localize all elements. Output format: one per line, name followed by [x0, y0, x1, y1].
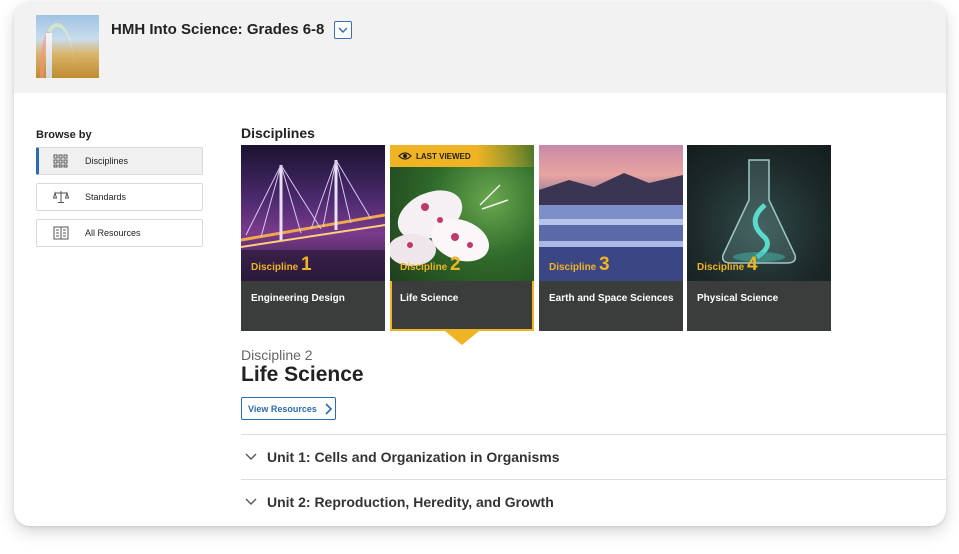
- eye-icon: [398, 152, 412, 160]
- discipline-card-earth-and-space-sciences[interactable]: Discipline 3 Earth and Space Sciences: [539, 145, 683, 331]
- chevron-down-icon: [338, 27, 348, 33]
- discipline-name: Earth and Space Sciences: [549, 293, 674, 304]
- sidebar-item-label: Standards: [85, 192, 127, 202]
- chevron-right-icon: [325, 402, 333, 415]
- unit-title: Unit 2: Reproduction, Heredity, and Grow…: [267, 494, 554, 510]
- discipline-name: Life Science: [400, 293, 459, 304]
- discipline-label: Discipline 2: [400, 254, 461, 275]
- unit-title: Unit 1: Cells and Organization in Organi…: [267, 449, 560, 465]
- sidebar-item-label: All Resources: [85, 228, 141, 238]
- selected-discipline-title: Life Science: [241, 363, 364, 386]
- disciplines-heading: Disciplines: [241, 125, 315, 141]
- sidebar-item-disciplines[interactable]: Disciplines: [36, 147, 203, 175]
- product-cover-image: [36, 15, 99, 78]
- grid-icon: [53, 154, 69, 168]
- last-viewed-badge: LAST VIEWED: [390, 145, 534, 167]
- product-dropdown-button[interactable]: [334, 21, 352, 39]
- selected-discipline-subtitle: Discipline 2: [241, 347, 313, 363]
- discipline-card-engineering-design[interactable]: Discipline 1 Engineering Design: [241, 145, 385, 331]
- view-resources-label: View Resources: [248, 403, 317, 414]
- discipline-name: Engineering Design: [251, 293, 345, 304]
- chevron-down-icon: [245, 498, 257, 505]
- book-icon: [53, 226, 69, 240]
- discipline-name: Physical Science: [697, 293, 779, 304]
- discipline-label: Discipline 4: [697, 254, 758, 275]
- header-bar: HMH Into Science: Grades 6-8: [14, 2, 946, 93]
- chevron-down-icon: [245, 453, 257, 460]
- discipline-label: Discipline 3: [549, 254, 610, 275]
- discipline-card-physical-science[interactable]: Discipline 4 Physical Science: [687, 145, 831, 331]
- sidebar-item-all-resources[interactable]: All Resources: [36, 219, 203, 247]
- discipline-card-life-science[interactable]: LAST VIEWED Discipline 2 Life Science: [390, 145, 534, 331]
- scale-icon: [53, 190, 69, 204]
- app-window: HMH Into Science: Grades 6-8 Browse by D…: [14, 2, 946, 526]
- product-title: HMH Into Science: Grades 6-8: [111, 21, 325, 38]
- sidebar-item-label: Disciplines: [85, 156, 129, 166]
- unit-accordion-2[interactable]: Unit 2: Reproduction, Heredity, and Grow…: [241, 479, 946, 524]
- unit-accordion-1[interactable]: Unit 1: Cells and Organization in Organi…: [241, 434, 946, 479]
- view-resources-button[interactable]: View Resources: [241, 397, 336, 420]
- sidebar-item-standards[interactable]: Standards: [36, 183, 203, 211]
- selected-card-pointer: [445, 331, 479, 345]
- discipline-label: Discipline 1: [251, 254, 312, 275]
- browse-by-label: Browse by: [36, 129, 92, 141]
